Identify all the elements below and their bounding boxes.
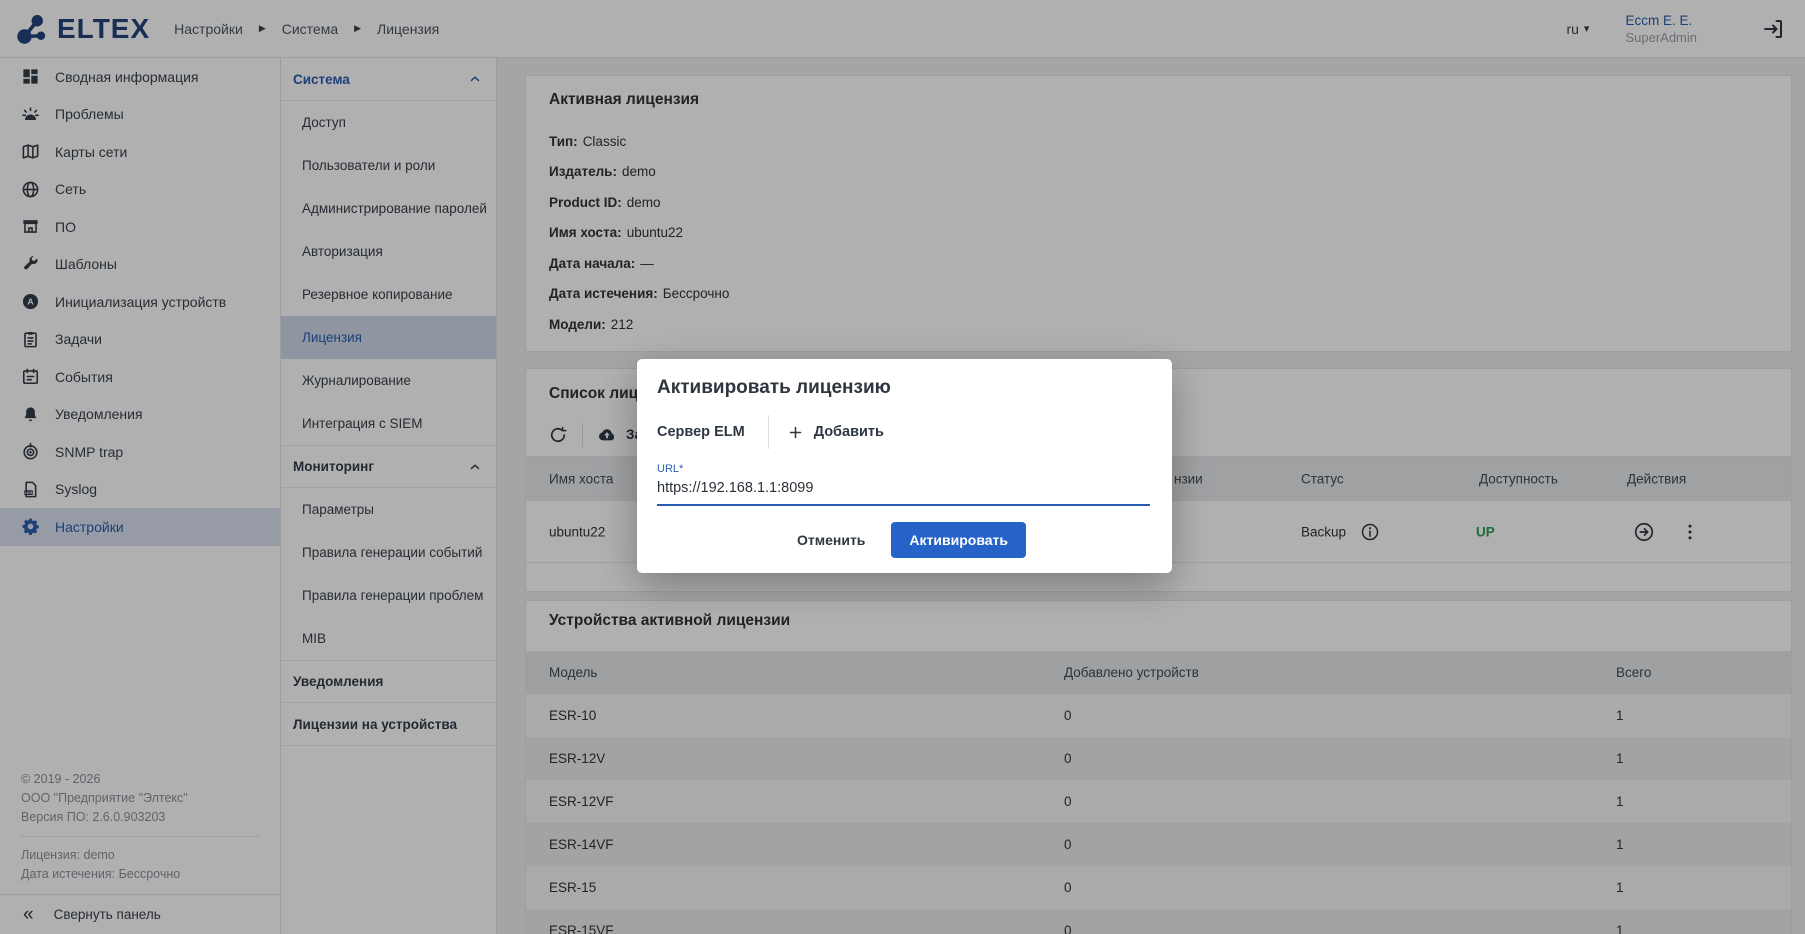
url-input[interactable]: https://192.168.1.1:8099	[657, 480, 1150, 506]
activate-button[interactable]: Активировать	[891, 522, 1026, 558]
cancel-button[interactable]: Отменить	[781, 524, 881, 556]
modal-title: Активировать лицензию	[657, 377, 1150, 399]
tab-elm-server[interactable]: Сервер ELM	[657, 424, 745, 440]
add-server-label: Добавить	[814, 424, 884, 440]
modal-tabs: Сервер ELM Добавить	[657, 415, 1150, 449]
url-field-label: URL*	[657, 463, 1150, 475]
divider	[768, 415, 769, 449]
modal-actions: Отменить Активировать	[657, 522, 1150, 558]
add-server-button[interactable]: Добавить	[788, 424, 884, 440]
plus-icon	[788, 425, 803, 440]
activate-license-modal: Активировать лицензию Сервер ELM Добавит…	[637, 359, 1172, 573]
